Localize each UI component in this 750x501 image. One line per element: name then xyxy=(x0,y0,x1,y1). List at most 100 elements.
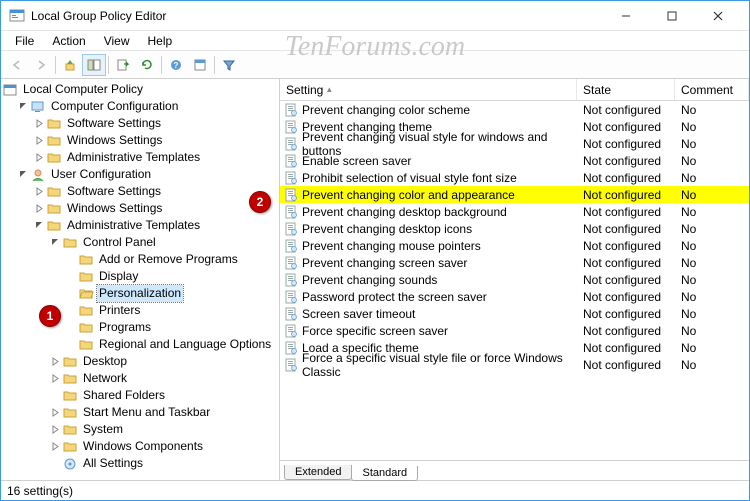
tree-label: Printers xyxy=(97,302,142,319)
up-button[interactable] xyxy=(58,54,82,76)
policy-item-icon xyxy=(284,103,298,117)
tree-label: Windows Settings xyxy=(65,200,164,217)
tree-control-panel[interactable]: Control Panel xyxy=(49,234,279,251)
list-row[interactable]: Prevent changing screen saverNot configu… xyxy=(280,254,749,271)
tab-extended[interactable]: Extended xyxy=(284,465,352,480)
tree-win-comp[interactable]: Windows Components xyxy=(49,438,279,455)
policy-icon xyxy=(2,82,18,98)
collapse-icon[interactable] xyxy=(17,101,29,113)
tree-label: Software Settings xyxy=(65,115,163,132)
expand-icon[interactable] xyxy=(33,152,45,164)
filter-button[interactable] xyxy=(217,54,241,76)
column-label: Comment xyxy=(681,83,733,97)
tree-start-taskbar[interactable]: Start Menu and Taskbar xyxy=(49,404,279,421)
expand-icon[interactable] xyxy=(33,203,45,215)
list-row[interactable]: Force a specific visual style file or fo… xyxy=(280,356,749,373)
tree-label: Start Menu and Taskbar xyxy=(81,404,212,421)
export-list-button[interactable] xyxy=(111,54,135,76)
tree-user-config[interactable]: User Configuration xyxy=(17,166,279,183)
tree-shared[interactable]: Shared Folders xyxy=(49,387,279,404)
folder-icon xyxy=(62,354,78,370)
tree-label: Administrative Templates xyxy=(65,149,202,166)
column-comment[interactable]: Comment xyxy=(675,79,749,100)
collapse-icon[interactable] xyxy=(33,220,45,232)
menu-action[interactable]: Action xyxy=(44,33,93,49)
refresh-button[interactable] xyxy=(135,54,159,76)
tree-cc-windows[interactable]: Windows Settings xyxy=(33,132,279,149)
expand-icon[interactable] xyxy=(49,424,61,436)
expand-icon[interactable] xyxy=(33,135,45,147)
tree-label: User Configuration xyxy=(49,166,153,183)
setting-comment: No xyxy=(675,290,749,304)
tree-desktop[interactable]: Desktop xyxy=(49,353,279,370)
menu-file[interactable]: File xyxy=(7,33,42,49)
tree-cc-admin[interactable]: Administrative Templates xyxy=(33,149,279,166)
list-row[interactable]: Prevent changing color and appearanceNot… xyxy=(280,186,749,203)
menu-help[interactable]: Help xyxy=(140,33,181,49)
tree-personalization[interactable]: Personalization xyxy=(65,285,279,302)
setting-name: Prevent changing mouse pointers xyxy=(302,239,481,253)
column-state[interactable]: State xyxy=(577,79,675,100)
tree-label: All Settings xyxy=(81,455,145,472)
list-row[interactable]: Password protect the screen saverNot con… xyxy=(280,288,749,305)
tree-display[interactable]: Display xyxy=(65,268,279,285)
setting-state: Not configured xyxy=(577,358,675,372)
setting-state: Not configured xyxy=(577,205,675,219)
properties-button[interactable] xyxy=(188,54,212,76)
policy-item-icon xyxy=(284,154,298,168)
expand-icon[interactable] xyxy=(49,356,61,368)
list-row[interactable]: Force specific screen saverNot configure… xyxy=(280,322,749,339)
tree-regional[interactable]: Regional and Language Options xyxy=(65,336,279,353)
show-hide-tree-button[interactable] xyxy=(82,54,106,76)
list-row[interactable]: Prevent changing mouse pointersNot confi… xyxy=(280,237,749,254)
collapse-icon[interactable] xyxy=(49,237,61,249)
computer-icon xyxy=(30,99,46,115)
minimize-button[interactable] xyxy=(603,1,649,31)
tree-pane[interactable]: Local Computer Policy Computer Configura… xyxy=(1,79,280,480)
tree-programs[interactable]: Programs xyxy=(65,319,279,336)
list-body[interactable]: Prevent changing color schemeNot configu… xyxy=(280,101,749,460)
tree-network[interactable]: Network xyxy=(49,370,279,387)
tree-label: Network xyxy=(81,370,129,387)
list-row[interactable]: Prevent changing color schemeNot configu… xyxy=(280,101,749,118)
help-button[interactable]: ? xyxy=(164,54,188,76)
setting-state: Not configured xyxy=(577,154,675,168)
tree-computer-config[interactable]: Computer Configuration xyxy=(17,98,279,115)
folder-open-icon xyxy=(78,286,94,302)
tree-add-remove[interactable]: Add or Remove Programs xyxy=(65,251,279,268)
list-row[interactable]: Prohibit selection of visual style font … xyxy=(280,169,749,186)
expand-icon[interactable] xyxy=(33,186,45,198)
tree-root[interactable]: Local Computer Policy xyxy=(1,81,279,98)
setting-comment: No xyxy=(675,154,749,168)
expand-icon[interactable] xyxy=(49,441,61,453)
tree-uc-software[interactable]: Software Settings xyxy=(33,183,279,200)
tree-uc-admin[interactable]: Administrative Templates xyxy=(33,217,279,234)
expand-icon[interactable] xyxy=(49,407,61,419)
setting-state: Not configured xyxy=(577,256,675,270)
maximize-button[interactable] xyxy=(649,1,695,31)
setting-state: Not configured xyxy=(577,290,675,304)
setting-state: Not configured xyxy=(577,222,675,236)
list-row[interactable]: Prevent changing desktop iconsNot config… xyxy=(280,220,749,237)
tab-standard[interactable]: Standard xyxy=(351,466,418,481)
setting-name: Prevent changing desktop background xyxy=(302,205,507,219)
expand-icon[interactable] xyxy=(49,373,61,385)
list-row[interactable]: Screen saver timeoutNot configuredNo xyxy=(280,305,749,322)
tree-system[interactable]: System xyxy=(49,421,279,438)
close-button[interactable] xyxy=(695,1,741,31)
column-setting[interactable]: Setting▲ xyxy=(280,79,577,100)
tree-cc-software[interactable]: Software Settings xyxy=(33,115,279,132)
tree-all-settings[interactable]: All Settings xyxy=(49,455,279,472)
expand-icon[interactable] xyxy=(33,118,45,130)
tree-uc-windows[interactable]: Windows Settings xyxy=(33,200,279,217)
menu-view[interactable]: View xyxy=(96,33,138,49)
list-row[interactable]: Prevent changing soundsNot configuredNo xyxy=(280,271,749,288)
list-row[interactable]: Prevent changing visual style for window… xyxy=(280,135,749,152)
sort-asc-icon: ▲ xyxy=(325,85,333,94)
collapse-icon[interactable] xyxy=(17,169,29,181)
list-row[interactable]: Enable screen saverNot configuredNo xyxy=(280,152,749,169)
list-row[interactable]: Prevent changing desktop background Not c… xyxy=(280,203,749,220)
tree-printers[interactable]: Printers xyxy=(65,302,279,319)
setting-comment: No xyxy=(675,307,749,321)
tree-label: Desktop xyxy=(81,353,129,370)
